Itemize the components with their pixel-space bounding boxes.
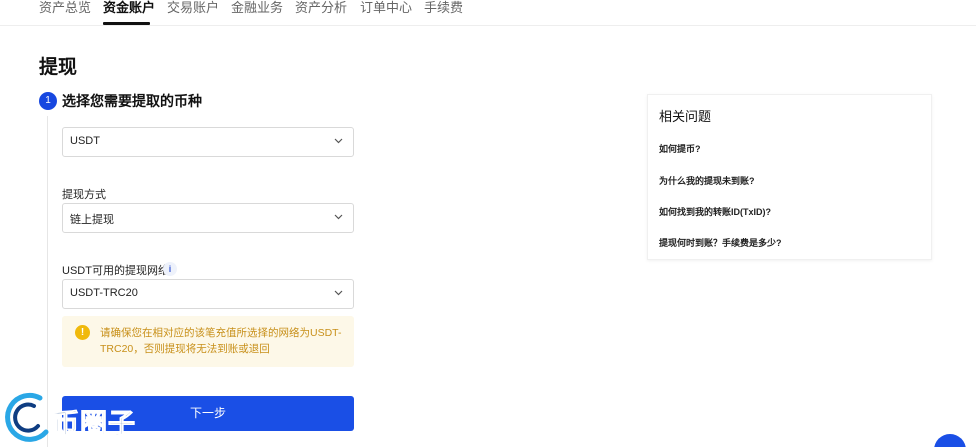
network-select-value: USDT-TRC20 <box>70 287 138 299</box>
warning-icon: ! <box>75 325 90 340</box>
withdraw-method-value: 链上提现 <box>70 214 114 226</box>
chat-icon[interactable] <box>934 434 966 447</box>
active-tab-indicator <box>103 22 150 25</box>
faq-item[interactable]: 为什么我的提现未到账? <box>659 174 755 187</box>
step-number-badge: 1 <box>39 92 57 110</box>
withdraw-method-label: 提现方式 <box>62 189 106 201</box>
tab-order-center[interactable]: 订单中心 <box>360 0 412 16</box>
tab-asset-overview[interactable]: 资产总览 <box>39 0 91 16</box>
network-warning: ! 请确保您在相对应的该笔充值所选择的网络为USDT-TRC20，否则提现将无法… <box>62 316 354 367</box>
step-title: 选择您需要提取的币种 <box>62 93 202 109</box>
network-label: USDT可用的提现网络 <box>62 265 169 277</box>
faq-card: 相关问题 如何提币? 为什么我的提现未到账? 如何找到我的转账ID(TxID)?… <box>647 94 932 260</box>
page-title: 提现 <box>39 57 78 78</box>
watermark-text: 币圈子 <box>52 409 136 440</box>
chevron-down-icon <box>334 138 343 144</box>
coin-select[interactable]: USDT <box>62 127 354 157</box>
chevron-down-icon <box>334 290 343 296</box>
tab-financial-business[interactable]: 金融业务 <box>231 0 283 16</box>
network-select[interactable]: USDT-TRC20 <box>62 279 354 309</box>
tab-fees[interactable]: 手续费 <box>424 0 463 16</box>
info-icon[interactable]: i <box>163 262 177 276</box>
tab-asset-analysis[interactable]: 资产分析 <box>295 0 347 16</box>
tab-funding-account[interactable]: 资金账户 <box>103 0 155 16</box>
warning-text: 请确保您在相对应的该笔充值所选择的网络为USDT-TRC20，否则提现将无法到账… <box>100 327 342 355</box>
faq-item[interactable]: 提现何时到账？手续费是多少? <box>659 236 782 249</box>
top-navigation: 资产总览 资金账户 交易账户 金融业务 资产分析 订单中心 手续费 <box>0 0 976 26</box>
faq-item[interactable]: 如何找到我的转账ID(TxID)? <box>659 205 771 218</box>
tab-trading-account[interactable]: 交易账户 <box>167 0 219 16</box>
coin-select-value: USDT <box>70 135 100 147</box>
withdraw-method-select[interactable]: 链上提现 <box>62 203 354 233</box>
faq-title: 相关问题 <box>659 109 712 124</box>
chevron-down-icon <box>334 214 343 220</box>
faq-item[interactable]: 如何提币? <box>659 142 701 155</box>
